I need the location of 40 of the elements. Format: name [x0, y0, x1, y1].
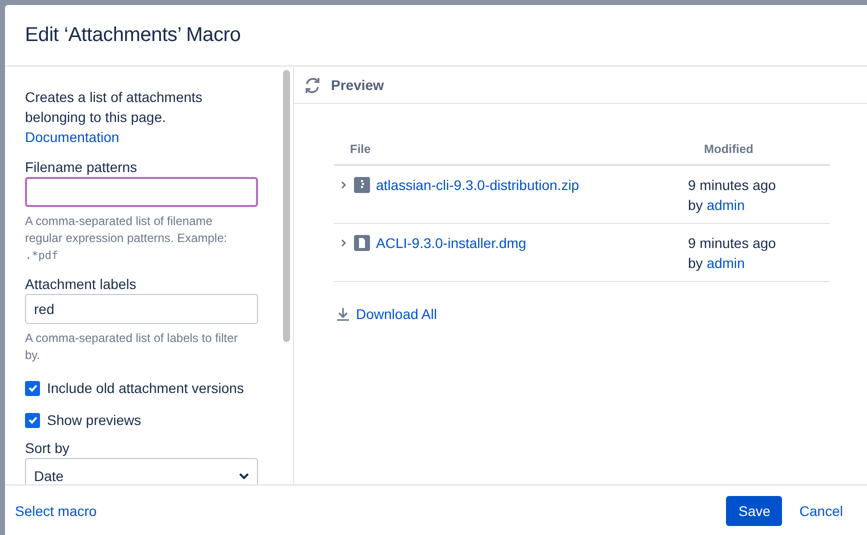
preview-title: Preview: [331, 77, 384, 93]
column-header: File: [334, 134, 688, 165]
download-all-link[interactable]: Download All: [356, 306, 437, 322]
checkbox[interactable]: [25, 412, 40, 428]
save-button[interactable]: Save: [726, 496, 782, 526]
author-prefix: by: [688, 255, 703, 271]
refresh-icon[interactable]: [304, 76, 321, 94]
help-text: A comma-separated list of labels to filter by.: [25, 330, 239, 364]
field-label: Attachment labels: [25, 275, 138, 294]
chevron-right-icon[interactable]: [340, 181, 348, 189]
documentation-link[interactable]: Documentation: [25, 127, 120, 147]
cancel-button[interactable]: Cancel: [790, 496, 852, 526]
select-macro-link[interactable]: Select macro: [15, 502, 97, 518]
author-link[interactable]: admin: [706, 197, 745, 213]
document-file-icon: [354, 235, 370, 251]
field-label: Sort by: [25, 439, 70, 458]
checkbox[interactable]: [25, 380, 40, 396]
example-code: .*pdf: [25, 248, 60, 264]
author-prefix: by: [688, 197, 703, 213]
input-field[interactable]: red: [25, 294, 258, 324]
dialog-title: Edit ‘Attachments’ Macro: [25, 24, 241, 46]
author-link[interactable]: admin: [706, 255, 745, 271]
archive-file-icon: [354, 177, 370, 193]
sort-dropdown[interactable]: Date: [25, 458, 258, 484]
chevron-down-icon: [239, 472, 249, 480]
checkmark-icon: [28, 383, 38, 393]
checkbox-label: Show previews: [47, 412, 142, 428]
field-label: Filename patterns: [25, 158, 138, 177]
file-link[interactable]: ACLI-9.3.0-installer.dmg: [376, 233, 526, 253]
modified-time: 9 minutes ago: [688, 234, 777, 253]
column-header: Modified: [688, 134, 830, 165]
checkmark-icon: [28, 415, 38, 425]
file-link[interactable]: atlassian-cli-9.3.0-distribution.zip: [376, 175, 580, 195]
download-icon[interactable]: [337, 308, 349, 320]
help-text: A comma-separated list of filename regular expression patterns. Example:: [25, 213, 228, 247]
description-text: Creates a list of attachments belonging to this page.: [25, 88, 204, 127]
input-field[interactable]: [25, 177, 258, 207]
chevron-right-icon[interactable]: [340, 239, 348, 247]
checkbox-label: Include old attachment versions: [47, 380, 244, 396]
modified-time: 9 minutes ago: [688, 176, 777, 195]
